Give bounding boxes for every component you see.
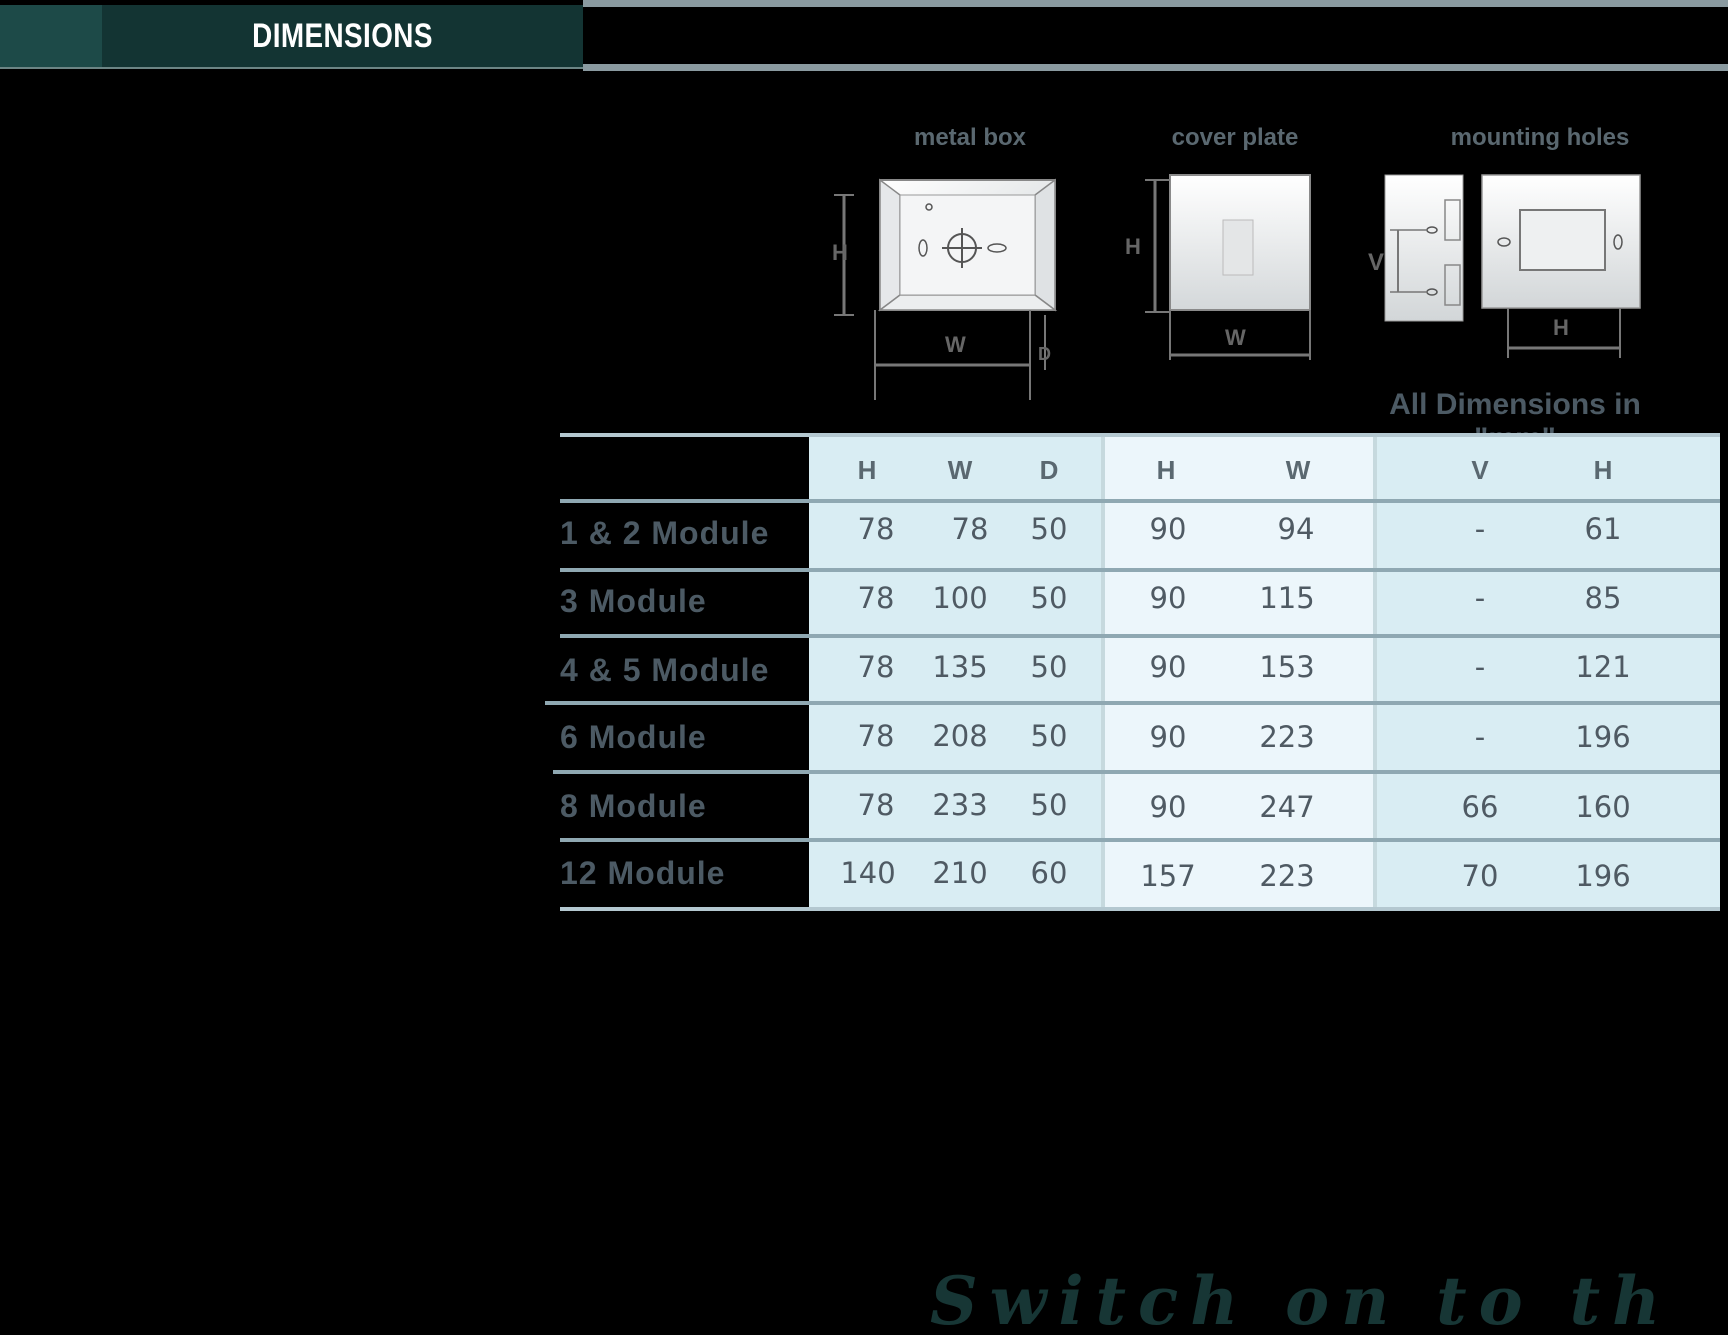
tagline: Switch on to the Best...	[930, 1262, 1670, 1332]
table-cell: 115	[1259, 581, 1315, 615]
mounting-v-mark: V	[1368, 249, 1384, 276]
table-cell: 100	[932, 581, 988, 615]
table-cell: 223	[1259, 720, 1315, 754]
column-header: W	[947, 455, 973, 485]
cover-plate-h-mark: H	[1125, 234, 1141, 259]
row-rule	[545, 701, 1720, 705]
column-header: W	[1285, 455, 1311, 485]
header-rule	[583, 64, 1728, 71]
table-cell: 160	[1575, 790, 1631, 824]
row-label: 8 Module	[560, 788, 707, 824]
table-cell: 90	[1149, 720, 1187, 754]
table-header-rule	[560, 499, 1720, 503]
table-cell: 90	[1149, 650, 1187, 684]
row-label: 1 & 2 Module	[560, 515, 770, 551]
table-cell: -	[1474, 720, 1486, 754]
table-top-rule	[560, 433, 1720, 437]
column-header: H	[1156, 455, 1176, 485]
cover-plate-diagram: H W	[1125, 174, 1311, 360]
row-label: 3 Module	[560, 583, 707, 619]
table-cell: 210	[932, 856, 988, 890]
metal-box-w-mark: W	[945, 332, 966, 357]
table-cell: 196	[1575, 720, 1631, 754]
metal-box-h-mark: H	[832, 240, 848, 265]
row-label: 4 & 5 Module	[560, 652, 770, 688]
table-cell: 50	[1030, 788, 1068, 822]
table-cell: 60	[1030, 856, 1068, 890]
table-cell: 196	[1575, 859, 1631, 893]
row-label: 6 Module	[560, 719, 707, 755]
row-label: 12 Module	[560, 855, 726, 891]
header-accent	[0, 5, 102, 67]
table-cell: 135	[932, 650, 988, 684]
row-rule	[553, 770, 1720, 774]
table-cell: 247	[1259, 790, 1315, 824]
column-header: H	[857, 455, 877, 485]
column-header: D	[1039, 455, 1059, 485]
table-cell: -	[1474, 512, 1486, 546]
table-cell: 85	[1584, 581, 1622, 615]
table-cell: 90	[1149, 790, 1187, 824]
table-cell: 153	[1259, 650, 1315, 684]
table-cell: 90	[1149, 581, 1187, 615]
table-cell: 70	[1461, 859, 1499, 893]
table-cell: 50	[1030, 581, 1068, 615]
table-cell: 50	[1030, 512, 1068, 546]
cover-plate-label: cover plate	[1171, 124, 1299, 151]
table-cell: 50	[1030, 650, 1068, 684]
metal-box-label: metal box	[913, 124, 1027, 151]
mounting-h-mark: H	[1553, 315, 1569, 340]
table-cell: -	[1474, 581, 1486, 615]
table-cell: 50	[1030, 719, 1068, 753]
metal-box-d-mark: D	[1038, 344, 1051, 364]
section-title: DIMENSIONS	[252, 16, 433, 55]
row-rule	[560, 568, 1720, 572]
table-cell: 233	[932, 788, 988, 822]
table-cell: 78	[857, 512, 895, 546]
column-header: V	[1471, 455, 1489, 485]
table-cell: -	[1474, 650, 1486, 684]
table-cell: 223	[1259, 859, 1315, 893]
table-cell: 66	[1461, 790, 1499, 824]
mounting-holes-label: mounting holes	[1450, 124, 1630, 151]
table-cell: 121	[1575, 650, 1631, 684]
table-cell: 61	[1584, 512, 1622, 546]
table-cell: 94	[1277, 512, 1315, 546]
metal-box-diagram: H W D	[832, 178, 1058, 400]
table-cell: 208	[932, 719, 988, 753]
top-rule	[583, 0, 1728, 7]
row-rule	[560, 838, 1720, 842]
table-cell: 140	[840, 856, 896, 890]
mounting-holes-diagram: V H	[1368, 174, 1641, 358]
column-header: H	[1593, 455, 1613, 485]
table-bottom-rule	[560, 907, 1720, 911]
table-cell: 90	[1149, 512, 1187, 546]
row-rule	[560, 634, 1720, 638]
table-cell: 157	[1140, 859, 1196, 893]
cover-plate-w-mark: W	[1225, 325, 1246, 350]
